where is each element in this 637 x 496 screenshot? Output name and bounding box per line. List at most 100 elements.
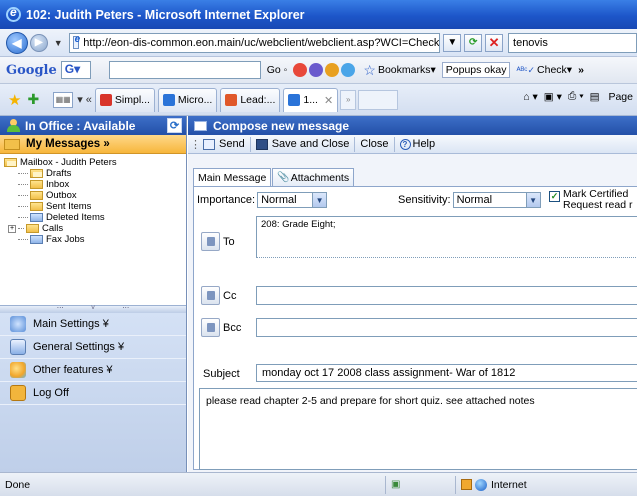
importance-select[interactable]: Normal ▼ xyxy=(257,192,328,208)
more-chevron[interactable]: » xyxy=(578,64,584,76)
tab-favicon-icon xyxy=(99,94,112,106)
pane-splitter[interactable]: ⋯ ˅ ⋯ xyxy=(0,305,186,313)
help-button[interactable]: ? Help xyxy=(398,138,438,150)
spell-icon[interactable] xyxy=(309,63,324,77)
fax-folder-icon xyxy=(30,235,43,244)
message-body[interactable]: please read chapter 2-5 and prepare for … xyxy=(199,388,637,470)
tree-item-inbox[interactable]: Inbox xyxy=(4,179,186,190)
tab-simpl[interactable]: Simpl... xyxy=(94,87,155,112)
google-toolbar: Google G▾ Go ◦ ☆ Bookmarks ▾ Popups okay ᴬ… xyxy=(0,57,637,84)
tree-item-outbox[interactable]: Outbox xyxy=(4,190,186,201)
tab-current[interactable]: 1... ✕ xyxy=(283,87,339,112)
expand-icon[interactable]: + xyxy=(8,224,16,233)
tree-item-fax[interactable]: Fax Jobs xyxy=(4,234,186,245)
share-icon[interactable] xyxy=(341,63,356,77)
subject-field[interactable]: monday oct 17 2008 class assignment- War… xyxy=(256,364,637,382)
sensitivity-select[interactable]: Normal ▼ xyxy=(452,192,541,208)
other-features-icon xyxy=(10,362,26,378)
presence-icon xyxy=(6,118,22,133)
nav-label: Log Off xyxy=(33,387,69,399)
toolbar-icons[interactable] xyxy=(293,63,357,77)
check-button[interactable]: ᴬᴮᶜ✓ Check ▾ xyxy=(516,64,572,76)
save-close-label: Save and Close xyxy=(271,138,350,150)
cc-field[interactable] xyxy=(256,286,637,305)
send-label: Send xyxy=(219,138,245,150)
home-icon[interactable]: ⌂ ▾ xyxy=(523,91,538,103)
google-search-input[interactable] xyxy=(108,61,261,79)
nav-log-off[interactable]: Log Off xyxy=(0,382,186,405)
zone-label: Internet xyxy=(491,478,527,491)
to-field[interactable]: 208: Grade Eight; xyxy=(256,216,637,258)
tree-item-drafts[interactable]: Drafts xyxy=(4,168,186,179)
check-label: Check xyxy=(537,64,567,76)
page-menu-button[interactable]: ▤ Page xyxy=(590,91,633,103)
trash-icon xyxy=(30,213,43,222)
feeds-icon[interactable]: ▣ ▾ xyxy=(544,91,562,103)
address-dropdown-icon[interactable]: ▼ xyxy=(443,33,462,52)
bcc-button[interactable]: Bcc xyxy=(201,318,241,337)
tree-line xyxy=(18,195,28,196)
importance-row: Importance: Normal ▼ xyxy=(197,192,328,208)
print-icon[interactable]: ⎙ ▾ xyxy=(568,90,584,103)
folder-label: Sent Items xyxy=(46,201,92,212)
tab-scroll-icon[interactable]: » xyxy=(340,89,357,110)
nav-general-settings[interactable]: General Settings ¥ xyxy=(0,336,186,359)
bcc-field[interactable] xyxy=(256,318,637,337)
nav-label: Main Settings ¥ xyxy=(33,318,109,330)
live-search-input[interactable]: tenovis xyxy=(508,32,637,53)
add-favorite-icon[interactable]: ✚ xyxy=(27,91,39,108)
bookmarks-button[interactable]: ☆ Bookmarks ▾ xyxy=(363,62,435,79)
tree-item-deleted[interactable]: Deleted Items xyxy=(4,212,186,223)
zone-cell[interactable]: Internet xyxy=(455,475,637,494)
favorites-star-icon[interactable]: ★ xyxy=(8,91,21,109)
google-logo: Google xyxy=(6,62,57,78)
save-disk-icon xyxy=(255,138,268,150)
send-button[interactable]: Send xyxy=(201,138,247,150)
tab-label: 1... xyxy=(303,94,318,106)
highlight-icon[interactable] xyxy=(325,63,340,77)
popups-button[interactable]: Popups okay xyxy=(441,62,511,78)
compose-title: Compose new message xyxy=(213,118,350,133)
tab-close-icon[interactable]: ✕ xyxy=(324,94,333,107)
refresh-icon[interactable]: ⟳ xyxy=(464,33,483,52)
tab-label: Lead:... xyxy=(240,94,276,106)
mark-certified-checkbox[interactable]: ✓ xyxy=(549,191,560,202)
to-button[interactable]: To xyxy=(201,232,235,251)
go-label: Go xyxy=(266,64,281,76)
tab-main-message[interactable]: Main Message xyxy=(193,168,272,186)
importance-value: Normal xyxy=(261,194,297,206)
save-close-button[interactable]: Save and Close xyxy=(254,138,352,150)
address-field[interactable]: http://eon-dis-common.eon.main/uc/webcli… xyxy=(68,32,441,53)
tab-micro[interactable]: Micro... xyxy=(157,87,218,112)
new-tab-button[interactable] xyxy=(358,89,399,110)
close-button[interactable]: Close xyxy=(358,138,390,150)
refresh-status-icon[interactable]: ⟳ xyxy=(167,118,182,133)
tab-lead[interactable]: Lead:... xyxy=(220,87,281,112)
presence-status-bar[interactable]: In Office : Available ⟳ xyxy=(0,116,186,135)
importance-label: Importance: xyxy=(197,194,256,206)
stop-icon[interactable]: ✕ xyxy=(485,33,504,52)
tab-list-icon[interactable]: ▾ « xyxy=(77,93,92,106)
tab-attachments[interactable]: 📎 Attachments xyxy=(272,168,355,186)
tree-mailbox-root[interactable]: Mailbox - Judith Peters xyxy=(4,157,186,168)
tree-item-calls[interactable]: + Calls xyxy=(4,223,186,234)
quick-tabs-icon[interactable]: ▦▦ xyxy=(53,91,74,108)
forward-button[interactable]: ▶ xyxy=(29,33,48,52)
back-button[interactable]: ◀ xyxy=(6,31,28,54)
protected-mode-icon xyxy=(461,479,472,490)
page-icon xyxy=(72,34,80,49)
cc-button[interactable]: Cc xyxy=(201,286,236,305)
mailbox-folder-icon xyxy=(4,158,17,167)
nav-main-settings[interactable]: Main Settings ¥ xyxy=(0,313,186,336)
google-menu-button[interactable]: G▾ xyxy=(60,61,91,79)
my-messages-header[interactable]: My Messages » xyxy=(0,135,186,154)
history-dropdown-icon[interactable]: ▼ xyxy=(54,38,63,48)
pagerank-icon[interactable] xyxy=(293,63,308,77)
tree-item-sent[interactable]: Sent Items xyxy=(4,201,186,212)
google-go-button[interactable]: Go ◦ xyxy=(267,64,288,76)
nav-label: General Settings ¥ xyxy=(33,341,125,353)
to-label: To xyxy=(223,235,235,248)
star-icon: ☆ xyxy=(363,61,376,78)
general-settings-icon xyxy=(10,339,26,355)
nav-other-features[interactable]: Other features ¥ xyxy=(0,359,186,382)
